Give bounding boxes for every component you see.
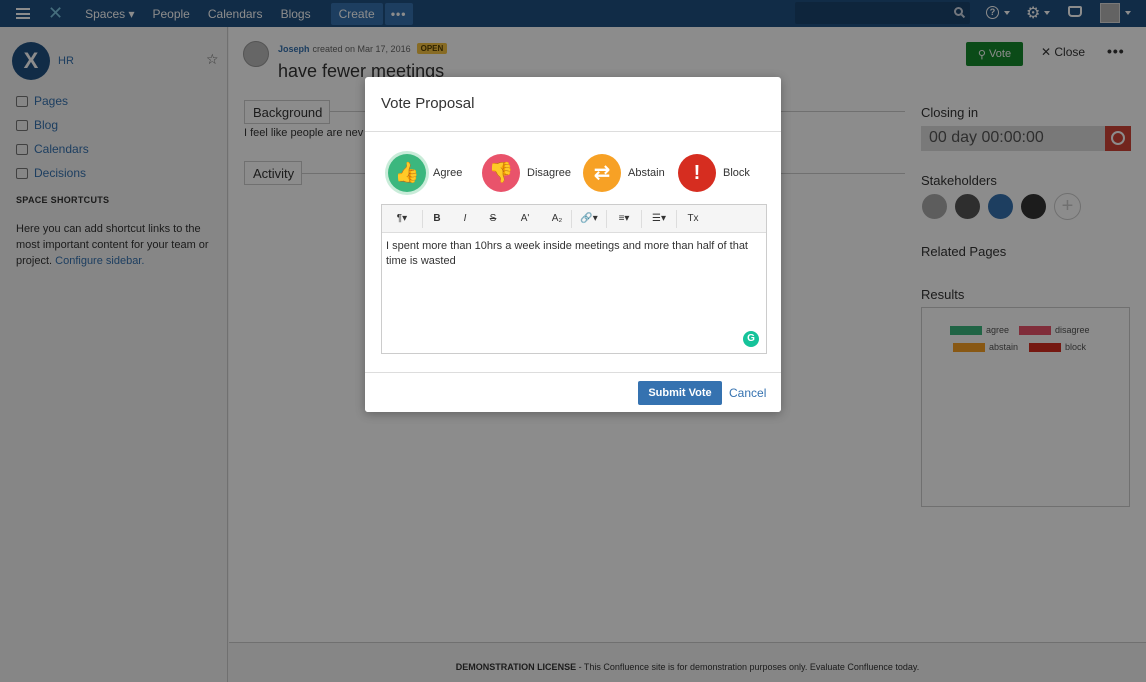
dialog-title: Vote Proposal (365, 77, 781, 132)
vote-option-disagree[interactable]: 👎 Disagree (482, 154, 571, 192)
dialog-footer: Submit Vote Cancel (365, 372, 781, 412)
bold-button[interactable]: B (423, 209, 451, 229)
comment-text[interactable]: I spent more than 10hrs a week inside me… (382, 233, 766, 275)
superscript-button[interactable]: A' (507, 209, 543, 229)
thumbs-up-icon: 👍 (388, 154, 426, 192)
vote-proposal-dialog: Vote Proposal 👍 Agree 👎 Disagree ⇄ Absta… (365, 77, 781, 412)
subscript-button[interactable]: A₂ (543, 209, 571, 229)
editor-toolbar: ¶ ▾ B I S A' A₂ 🔗 ▾ ≡ ▾ ☰ ▾ Tx (382, 205, 766, 233)
list-button[interactable]: ☰ ▾ (642, 209, 676, 229)
list-icon: ☰ (652, 213, 661, 224)
clear-format-button[interactable]: Tx (677, 209, 709, 229)
strikethrough-button[interactable]: S (479, 209, 507, 229)
paragraph-format-button[interactable]: ¶ ▾ (382, 209, 422, 229)
swap-arrows-icon: ⇄ (583, 154, 621, 192)
grammarly-icon[interactable]: G (743, 331, 759, 347)
align-button[interactable]: ≡ ▾ (607, 209, 641, 229)
comment-editor[interactable]: ¶ ▾ B I S A' A₂ 🔗 ▾ ≡ ▾ ☰ ▾ Tx I spent more … (381, 204, 767, 354)
link-button[interactable]: 🔗 ▾ (572, 209, 606, 229)
vote-option-abstain[interactable]: ⇄ Abstain (583, 154, 665, 192)
link-icon: 🔗 (580, 213, 593, 224)
exclamation-icon: ! (678, 154, 716, 192)
italic-button[interactable]: I (451, 209, 479, 229)
submit-vote-button[interactable]: Submit Vote (638, 381, 722, 405)
vote-option-agree[interactable]: 👍 Agree (388, 154, 462, 192)
cancel-button[interactable]: Cancel (729, 386, 766, 400)
thumbs-down-icon: 👎 (482, 154, 520, 192)
vote-option-block[interactable]: ! Block (678, 154, 750, 192)
align-icon: ≡ (618, 213, 625, 224)
